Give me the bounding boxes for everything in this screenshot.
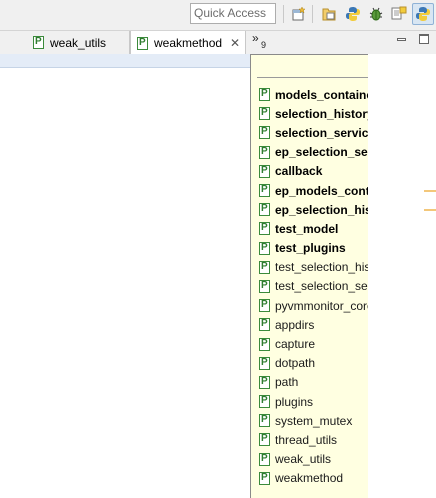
tab-overflow-chevron-icon[interactable]: » xyxy=(252,31,259,45)
overview-marker[interactable] xyxy=(424,190,436,192)
python-module-icon xyxy=(259,375,270,389)
python-module-icon xyxy=(259,318,270,332)
popup-item-label: ep_selection_service xyxy=(275,145,368,160)
popup-list-item[interactable]: test_selection_service xyxy=(259,277,368,296)
popup-item-label: test_model xyxy=(275,221,339,236)
editor-tab-bar: weak_utils weakmethod ✕ » 9 xyxy=(0,30,436,55)
tab-weakmethod[interactable]: weakmethod ✕ xyxy=(130,31,246,55)
hidden-editors-list: models_container_impl selection_history_i… xyxy=(259,85,368,488)
popup-item-label: selection_history_impl xyxy=(275,106,368,121)
main-toolbar: Quick Access xyxy=(0,0,436,30)
popup-list-item[interactable]: path xyxy=(259,373,368,392)
python-module-icon xyxy=(259,145,270,159)
popup-list-item[interactable]: weak_utils xyxy=(259,450,368,469)
python-module-icon xyxy=(259,88,270,102)
popup-item-label: plugins xyxy=(275,394,314,409)
toolbar-separator xyxy=(312,5,313,23)
tab-label: weak_utils xyxy=(50,35,107,50)
python-module-icon xyxy=(259,164,270,178)
popup-list-item[interactable]: capture xyxy=(259,334,368,353)
popup-list-item[interactable]: ep_models_container xyxy=(259,181,368,200)
popup-list-item[interactable]: ep_selection_service xyxy=(259,143,368,162)
popup-item-label: weak_utils xyxy=(275,452,332,467)
python-module-icon xyxy=(259,222,270,236)
popup-list-item[interactable]: plugins xyxy=(259,392,368,411)
popup-list-item[interactable]: test_selection_history xyxy=(259,258,368,277)
python-module-icon xyxy=(33,36,44,49)
popup-list-item[interactable]: test_model xyxy=(259,219,368,238)
open-perspective-icon[interactable] xyxy=(290,5,308,23)
popup-item-label: models_container_impl xyxy=(275,87,368,102)
popup-list-item[interactable]: dotpath xyxy=(259,354,368,373)
python-perspective-icon[interactable] xyxy=(390,5,408,23)
popup-list-item[interactable]: appdirs xyxy=(259,315,368,334)
debug-perspective-icon[interactable] xyxy=(367,5,385,23)
resource-perspective-icon[interactable] xyxy=(320,5,338,23)
popup-item-label: callback xyxy=(275,164,323,179)
python-module-icon xyxy=(259,395,270,409)
python-module-icon xyxy=(259,279,270,293)
popup-item-label: ep_selection_history xyxy=(275,202,368,217)
popup-item-label: path xyxy=(275,375,299,390)
popup-list-item[interactable]: models_container_impl xyxy=(259,85,368,104)
tab-weak-utils[interactable]: weak_utils xyxy=(0,31,130,54)
tab-label: weakmethod xyxy=(154,36,223,50)
popup-list-item[interactable]: selection_history_impl xyxy=(259,104,368,123)
popup-item-label: dotpath xyxy=(275,356,316,371)
popup-item-label: appdirs xyxy=(275,317,315,332)
popup-item-label: thread_utils xyxy=(275,432,338,447)
python-module-icon xyxy=(259,126,270,140)
python-module-icon xyxy=(259,203,270,217)
python-module-icon xyxy=(259,299,270,313)
popup-list-item[interactable]: test_plugins xyxy=(259,239,368,258)
quick-access-input[interactable]: Quick Access xyxy=(190,3,276,24)
toolbar-separator xyxy=(283,5,284,23)
tab-overflow-count: 9 xyxy=(261,40,267,50)
popup-list-item[interactable]: selection_service_impl xyxy=(259,123,368,142)
editor-breadcrumb-strip xyxy=(0,54,252,68)
python-module-icon xyxy=(259,260,270,274)
popup-item-label: test_selection_service xyxy=(275,279,368,294)
pydev-perspective-icon[interactable] xyxy=(344,5,362,23)
python-module-icon xyxy=(259,414,270,428)
python-module-icon xyxy=(259,241,270,255)
editor-area[interactable] xyxy=(0,68,252,498)
minimize-button[interactable] xyxy=(397,38,406,41)
python-module-icon xyxy=(259,337,270,351)
maximize-button[interactable] xyxy=(419,34,429,44)
close-tab-icon[interactable]: ✕ xyxy=(230,37,240,49)
python-module-icon xyxy=(259,184,270,198)
popup-item-label: test_selection_history xyxy=(275,260,368,275)
popup-list-item[interactable]: pyvmmonitor_core xyxy=(259,296,368,315)
python-module-icon xyxy=(259,107,270,121)
popup-item-label: capture xyxy=(275,337,316,352)
python-module-icon xyxy=(259,471,270,485)
editor-overview-ruler xyxy=(368,54,436,498)
popup-item-label: weakmethod xyxy=(275,471,344,486)
popup-item-label: pyvmmonitor_core xyxy=(275,298,368,313)
python-module-icon xyxy=(259,433,270,447)
python-module-icon xyxy=(259,452,270,466)
popup-item-label: selection_service_impl xyxy=(275,125,368,140)
popup-item-label: test_plugins xyxy=(275,241,346,256)
python-module-icon xyxy=(137,36,148,50)
popup-list-item[interactable]: thread_utils xyxy=(259,430,368,449)
popup-list-item[interactable]: callback xyxy=(259,162,368,181)
popup-item-label: ep_models_container xyxy=(275,183,368,198)
pydev-active-perspective-icon[interactable] xyxy=(412,3,434,25)
popup-list-item[interactable]: weakmethod xyxy=(259,469,368,488)
overview-marker[interactable] xyxy=(424,209,436,211)
popup-filter-line[interactable] xyxy=(257,77,368,78)
hidden-editors-popup: models_container_impl selection_history_i… xyxy=(250,54,368,498)
popup-list-item[interactable]: ep_selection_history xyxy=(259,200,368,219)
python-module-icon xyxy=(259,356,270,370)
popup-item-label: system_mutex xyxy=(275,413,353,428)
popup-list-item[interactable]: system_mutex xyxy=(259,411,368,430)
